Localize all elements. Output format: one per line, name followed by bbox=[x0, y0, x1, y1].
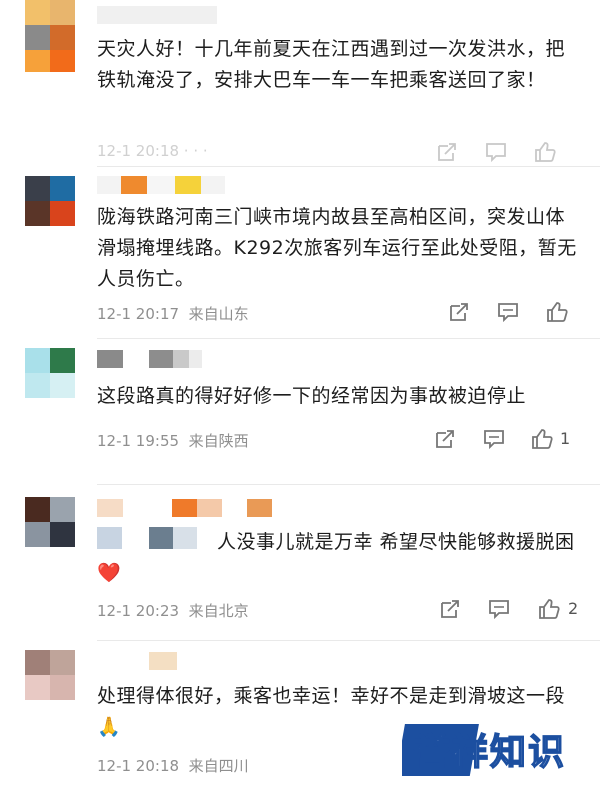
divider bbox=[97, 484, 600, 485]
comment-location: 来自北京 bbox=[188, 602, 249, 620]
comment-meta: 12-1 20:18 来自四川 bbox=[97, 755, 249, 776]
comment-location: 来自四川 bbox=[188, 757, 249, 775]
comment-icon[interactable] bbox=[496, 300, 520, 324]
divider bbox=[97, 166, 600, 167]
username-blurred[interactable] bbox=[97, 350, 202, 368]
avatar[interactable] bbox=[25, 497, 75, 547]
comment-text: 天灾人好！十几年前夏天在江西遇到过一次发洪水，把铁轨淹没了，安排大巴车一车一车把… bbox=[97, 38, 566, 91]
username-blurred[interactable] bbox=[97, 499, 277, 517]
avatar[interactable] bbox=[25, 650, 75, 700]
comment-time: 12-1 19:55 bbox=[97, 432, 180, 450]
username-blurred[interactable] bbox=[97, 652, 177, 670]
comment-time: 12-1 20:18 bbox=[97, 757, 180, 775]
comment-icon[interactable] bbox=[484, 140, 508, 164]
comment-meta: 12-1 20:17 来自山东 bbox=[97, 303, 249, 324]
comment-meta-faded: 12-1 20:18 · · · bbox=[97, 142, 208, 160]
like-icon[interactable] bbox=[545, 300, 569, 324]
comment-meta: 12-1 20:23 来自北京 bbox=[97, 600, 249, 621]
comment-location: 来自陕西 bbox=[188, 432, 249, 450]
avatar[interactable] bbox=[25, 0, 75, 72]
share-icon[interactable] bbox=[447, 300, 471, 324]
like-icon[interactable] bbox=[537, 597, 561, 621]
comment-time: 12-1 20:23 bbox=[97, 602, 180, 620]
comment-text: 陇海铁路河南三门峡市境内故县至高柏区间，突发山体滑塌掩埋线路。K292次旅客列车… bbox=[97, 206, 577, 290]
avatar[interactable] bbox=[25, 176, 75, 226]
comment-time: 12-1 20:17 bbox=[97, 305, 180, 323]
avatar[interactable] bbox=[25, 348, 75, 398]
heart-emoji: ❤️ bbox=[97, 562, 122, 584]
comment-location: 来自山东 bbox=[188, 305, 249, 323]
share-icon[interactable] bbox=[438, 597, 462, 621]
like-icon[interactable] bbox=[530, 427, 554, 451]
comment-text: 人没事儿就是万幸 希望尽快能够救援脱困 ❤️ bbox=[97, 527, 582, 589]
watermark-logo: 誉祥知识 bbox=[402, 724, 566, 776]
comment-meta: 12-1 19:55 来自陕西 bbox=[97, 430, 249, 451]
comment-icon[interactable] bbox=[482, 427, 506, 451]
watermark-text: 誉祥知识 bbox=[414, 732, 566, 773]
comment-text-body: 处理得体很好，乘客也幸运！幸好不是走到滑坡这一段 bbox=[97, 685, 566, 707]
pray-emoji: 🙏 bbox=[97, 716, 122, 738]
divider bbox=[97, 640, 600, 641]
comment-icon[interactable] bbox=[487, 597, 511, 621]
comment-text-body: 人没事儿就是万幸 希望尽快能够救援脱困 bbox=[217, 531, 575, 553]
username-blurred[interactable] bbox=[97, 176, 225, 194]
share-icon[interactable] bbox=[435, 140, 459, 164]
divider bbox=[97, 338, 600, 339]
comment-text: 这段路真的得好好修一下的经常因为事故被迫停止 bbox=[97, 385, 527, 407]
username-blurred[interactable] bbox=[97, 6, 217, 24]
like-count: 1 bbox=[560, 429, 571, 448]
share-icon[interactable] bbox=[433, 427, 457, 451]
like-count: 2 bbox=[568, 599, 579, 618]
like-icon[interactable] bbox=[533, 140, 557, 164]
